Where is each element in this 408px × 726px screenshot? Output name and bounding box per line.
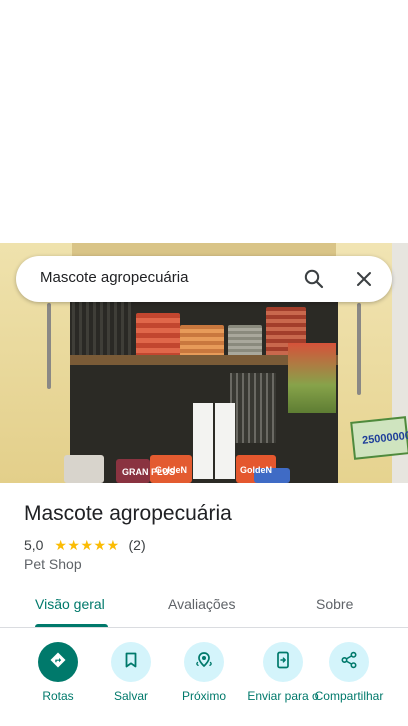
rating-value: 5,0 bbox=[24, 537, 44, 554]
share-button-circle[interactable] bbox=[329, 642, 369, 682]
save-button-label: Salvar bbox=[113, 689, 148, 703]
photo-cable bbox=[357, 303, 361, 395]
active-tab-indicator bbox=[35, 624, 108, 627]
tab-reviews[interactable]: Avaliações bbox=[168, 596, 235, 612]
action-buttons: Rotas Salvar Próximo Enviar para o Compa… bbox=[0, 636, 408, 726]
photo-shutter bbox=[72, 301, 134, 355]
photo-shelf-goods bbox=[136, 313, 180, 359]
tab-bar: Visão geral Avaliações Sobre bbox=[0, 584, 408, 628]
photo-box bbox=[215, 403, 235, 479]
photo-shelf-goods bbox=[228, 325, 262, 359]
send-to-phone-button[interactable]: Enviar para o bbox=[245, 642, 321, 703]
search-icon[interactable] bbox=[302, 267, 326, 291]
save-button[interactable]: Salvar bbox=[93, 642, 169, 703]
place-title: Mascote agropecuária bbox=[24, 502, 232, 525]
nearby-button-circle[interactable] bbox=[184, 642, 224, 682]
star-icon: ★★★★★ bbox=[54, 537, 120, 554]
tab-overview[interactable]: Visão geral bbox=[35, 596, 105, 612]
send-to-phone-button-circle[interactable] bbox=[263, 642, 303, 682]
send-to-phone-button-label: Enviar para o bbox=[247, 689, 319, 703]
nearby-button-label: Próximo bbox=[181, 689, 226, 703]
share-button-label: Compartilhar bbox=[314, 689, 384, 703]
directions-icon bbox=[48, 650, 68, 675]
share-button[interactable]: Compartilhar bbox=[311, 642, 387, 703]
nearby-button[interactable]: Próximo bbox=[166, 642, 242, 703]
photo-sign-text: 25000000 bbox=[361, 429, 408, 447]
search-bar[interactable]: Mascote agropecuária bbox=[16, 256, 392, 302]
share-icon bbox=[339, 650, 359, 675]
routes-button-label: Rotas bbox=[42, 689, 74, 703]
review-count[interactable]: (2) bbox=[129, 537, 146, 553]
save-button-circle[interactable] bbox=[111, 642, 151, 682]
photo-goods bbox=[288, 343, 336, 413]
routes-button-circle[interactable] bbox=[38, 642, 78, 682]
photo-cage bbox=[230, 373, 276, 443]
map-area-blank bbox=[0, 0, 408, 243]
nearby-icon bbox=[194, 650, 214, 675]
photo-bag-label: GoldeN bbox=[240, 465, 273, 475]
photo-bag-label: GoldeN bbox=[155, 465, 188, 475]
search-input[interactable]: Mascote agropecuária bbox=[40, 269, 188, 286]
photo-cable bbox=[47, 303, 51, 389]
photo-sign: 25000000 bbox=[350, 416, 408, 460]
tab-about[interactable]: Sobre bbox=[316, 596, 353, 612]
rating-row[interactable]: 5,0 ★★★★★ (2) bbox=[24, 536, 146, 554]
photo-bag bbox=[64, 455, 104, 483]
send-to-phone-icon bbox=[273, 650, 293, 675]
rating-stars: ★★★★★ bbox=[54, 536, 119, 554]
photo-shelf-goods bbox=[180, 325, 224, 359]
routes-button[interactable]: Rotas bbox=[20, 642, 96, 703]
place-category[interactable]: Pet Shop bbox=[24, 556, 82, 572]
bookmark-icon bbox=[122, 651, 140, 674]
close-icon[interactable] bbox=[352, 267, 376, 291]
photo-box bbox=[193, 403, 213, 479]
